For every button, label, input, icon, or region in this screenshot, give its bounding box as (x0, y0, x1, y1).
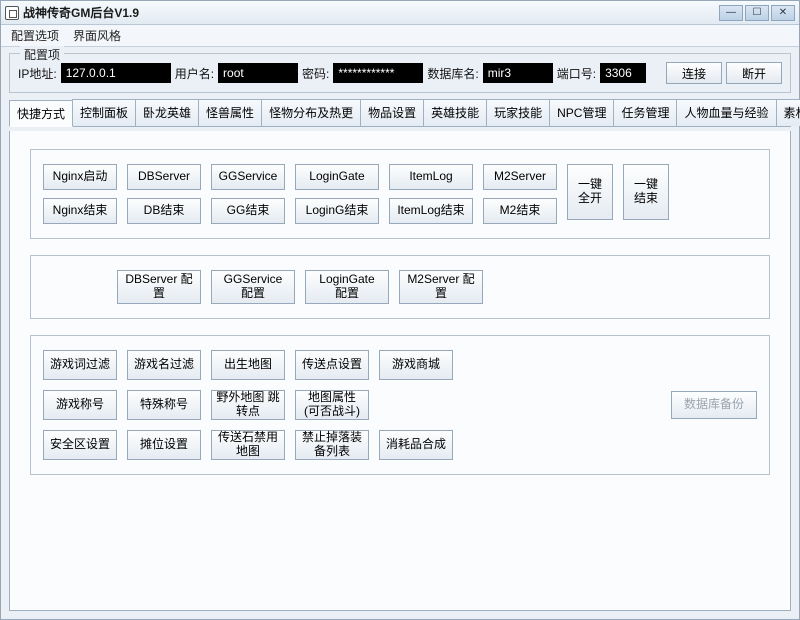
app-icon (5, 6, 19, 20)
special-title-button[interactable]: 特殊称号 (127, 390, 201, 420)
user-input[interactable] (218, 63, 298, 83)
tab-task-manage[interactable]: 任务管理 (613, 99, 677, 126)
logingate-config-button[interactable]: LoginGate 配置 (305, 270, 389, 304)
map-attr-button[interactable]: 地图属性 (可否战斗) (295, 390, 369, 420)
password-input[interactable] (333, 63, 423, 83)
services-group: Nginx启动 Nginx结束 DBServer DB结束 GGService … (30, 149, 770, 239)
word-filter-button[interactable]: 游戏词过滤 (43, 350, 117, 380)
disconnect-button[interactable]: 断开 (726, 62, 782, 84)
game-title-button[interactable]: 游戏称号 (43, 390, 117, 420)
all-stop-button[interactable]: 一键 结束 (623, 164, 669, 220)
menubar: 配置选项 界面风格 (1, 25, 799, 47)
logingate-stop-button[interactable]: LoginG结束 (295, 198, 379, 224)
db-label: 数据库名: (427, 65, 478, 82)
wild-jump-button[interactable]: 野外地图 跳 转点 (211, 390, 285, 420)
tab-control-panel[interactable]: 控制面板 (72, 99, 136, 126)
tab-npc-manage[interactable]: NPC管理 (549, 99, 614, 126)
ip-label: IP地址: (18, 65, 57, 82)
drop-ban-button[interactable]: 禁止掉落装 备列表 (295, 430, 369, 460)
tab-player-skill[interactable]: 玩家技能 (486, 99, 550, 126)
itemlog-start-button[interactable]: ItemLog (389, 164, 473, 190)
game-mall-button[interactable]: 游戏商城 (379, 350, 453, 380)
tab-monster-dist[interactable]: 怪物分布及热更 (261, 99, 361, 126)
port-input[interactable] (600, 63, 646, 83)
port-label: 端口号: (557, 65, 596, 82)
birth-map-button[interactable]: 出生地图 (211, 350, 285, 380)
app-window: 战神传奇GM后台V1.9 — ☐ ✕ 配置选项 界面风格 配置项 IP地址: 用… (0, 0, 800, 620)
user-label: 用户名: (175, 65, 214, 82)
connect-button[interactable]: 连接 (666, 62, 722, 84)
nginx-stop-button[interactable]: Nginx结束 (43, 198, 117, 224)
titlebar: 战神传奇GM后台V1.9 — ☐ ✕ (1, 1, 799, 25)
ggservice-config-button[interactable]: GGService 配置 (211, 270, 295, 304)
db-backup-button[interactable]: 数据库备份 (671, 391, 757, 419)
safe-zone-button[interactable]: 安全区设置 (43, 430, 117, 460)
tab-panel-shortcut: Nginx启动 Nginx结束 DBServer DB结束 GGService … (9, 131, 791, 611)
menu-style[interactable]: 界面风格 (73, 27, 121, 44)
dbserver-start-button[interactable]: DBServer (127, 164, 201, 190)
dbserver-stop-button[interactable]: DB结束 (127, 198, 201, 224)
consume-synth-button[interactable]: 消耗品合成 (379, 430, 453, 460)
nginx-start-button[interactable]: Nginx启动 (43, 164, 117, 190)
config-legend: 配置项 (20, 46, 64, 63)
name-filter-button[interactable]: 游戏名过滤 (127, 350, 201, 380)
tab-item-setting[interactable]: 物品设置 (360, 99, 424, 126)
m2server-stop-button[interactable]: M2结束 (483, 198, 557, 224)
itemlog-stop-button[interactable]: ItemLog结束 (389, 198, 473, 224)
config-group: 配置项 IP地址: 用户名: 密码: 数据库名: 端口号: 连接 断开 (9, 53, 791, 93)
minimize-button[interactable]: — (719, 5, 743, 21)
m2server-start-button[interactable]: M2Server (483, 164, 557, 190)
stall-setting-button[interactable]: 摊位设置 (127, 430, 201, 460)
ggservice-start-button[interactable]: GGService (211, 164, 285, 190)
menu-config[interactable]: 配置选项 (11, 27, 59, 44)
tab-hero-skill[interactable]: 英雄技能 (423, 99, 487, 126)
dbserver-config-button[interactable]: DBServer 配 置 (117, 270, 201, 304)
ip-input[interactable] (61, 63, 171, 83)
close-button[interactable]: ✕ (771, 5, 795, 21)
maximize-button[interactable]: ☐ (745, 5, 769, 21)
m2server-config-button[interactable]: M2Server 配 置 (399, 270, 483, 304)
tab-wolong-hero[interactable]: 卧龙英雄 (135, 99, 199, 126)
stone-ban-button[interactable]: 传送石禁用 地图 (211, 430, 285, 460)
db-input[interactable] (483, 63, 553, 83)
pw-label: 密码: (302, 65, 329, 82)
portal-setting-button[interactable]: 传送点设置 (295, 350, 369, 380)
tab-asset-hot[interactable]: 素材热更 (776, 99, 800, 126)
tab-monster-attr[interactable]: 怪兽属性 (198, 99, 262, 126)
tab-hp-exp[interactable]: 人物血量与经验 (676, 99, 776, 126)
logingate-start-button[interactable]: LoginGate (295, 164, 379, 190)
tabstrip: 快捷方式 控制面板 卧龙英雄 怪兽属性 怪物分布及热更 物品设置 英雄技能 玩家… (9, 99, 791, 127)
window-title: 战神传奇GM后台V1.9 (23, 4, 139, 21)
tab-shortcut[interactable]: 快捷方式 (9, 100, 73, 127)
ggservice-stop-button[interactable]: GG结束 (211, 198, 285, 224)
service-config-group: DBServer 配 置 GGService 配置 LoginGate 配置 M… (30, 255, 770, 319)
tools-group: 游戏词过滤 游戏名过滤 出生地图 传送点设置 游戏商城 游戏称号 特殊称号 野外… (30, 335, 770, 475)
all-start-button[interactable]: 一键 全开 (567, 164, 613, 220)
